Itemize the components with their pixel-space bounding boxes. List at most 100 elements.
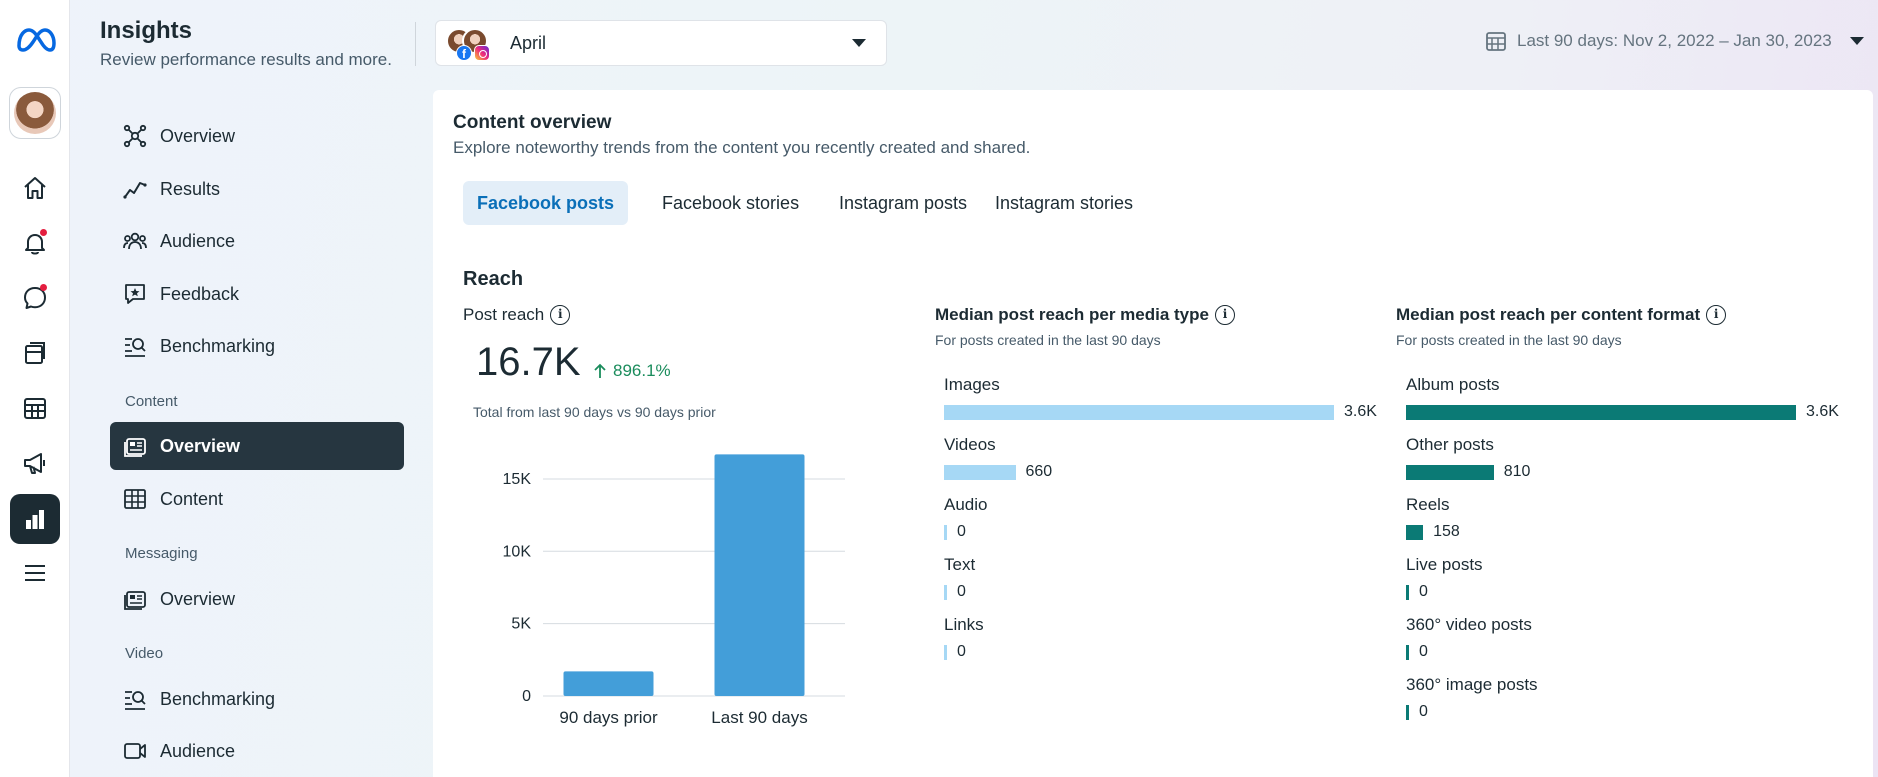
bar-row-label: Videos xyxy=(944,435,996,454)
sidebar-item-label: Content xyxy=(160,488,224,509)
info-icon[interactable]: i xyxy=(550,305,571,325)
tab-instagram-posts[interactable]: Instagram posts xyxy=(825,181,981,225)
bar-prior[interactable] xyxy=(563,671,654,696)
bar-mark xyxy=(1406,704,1409,720)
sidebar-item-label: Audience xyxy=(160,230,236,251)
card-subtitle: Explore noteworthy trends from the conte… xyxy=(453,138,1031,157)
bar-row: Images 3.6K xyxy=(944,375,1377,425)
trend-line-icon xyxy=(123,182,147,199)
page-subtitle: Review performance results and more. xyxy=(100,50,392,69)
bar-row: 360° image posts 0 xyxy=(1406,675,1538,725)
bar-row-value: 0 xyxy=(1419,583,1428,600)
calendar-icon xyxy=(1486,32,1506,51)
bar-row: Text 0 xyxy=(944,555,975,605)
media-type-heading: Median post reach per media type i xyxy=(935,305,1235,325)
bar-row-label: Images xyxy=(944,375,1000,394)
bar-row-value: 0 xyxy=(957,523,966,540)
sidebar-item-benchmarking[interactable]: Benchmarking xyxy=(110,322,404,370)
sidebar-item-video-audience[interactable]: Audience xyxy=(110,727,404,775)
insights-icon[interactable] xyxy=(10,494,60,544)
bar-row-value: 0 xyxy=(1419,643,1428,660)
bar-row: Links 0 xyxy=(944,615,984,665)
tab-facebook-stories[interactable]: Facebook stories xyxy=(648,181,813,225)
messaging-overview-icon xyxy=(124,591,146,610)
ads-megaphone-icon[interactable] xyxy=(17,445,53,481)
header-divider xyxy=(415,22,416,66)
content-overview-icon xyxy=(124,438,146,457)
bar-row-label: Reels xyxy=(1406,495,1450,514)
card-title: Content overview xyxy=(453,112,612,133)
facebook-icon: f xyxy=(456,45,472,61)
sidebar-item-audience[interactable]: Audience xyxy=(110,217,404,265)
instagram-icon xyxy=(474,45,490,61)
posts-icon[interactable] xyxy=(17,335,53,371)
post-reach-bar-chart: 0 5K 10K 15K 90 days prior Last 90 days xyxy=(503,454,845,727)
app-rail xyxy=(0,0,70,777)
bar-mark xyxy=(944,644,947,660)
speech-star-icon xyxy=(125,284,145,304)
info-icon[interactable]: i xyxy=(1214,305,1235,325)
sidebar-item-label: Benchmarking xyxy=(160,688,276,709)
sidebar-item-results[interactable]: Results xyxy=(110,165,404,213)
avatar[interactable] xyxy=(9,87,61,139)
meta-logo-icon[interactable] xyxy=(13,26,57,54)
sidebar-item-overview[interactable]: Overview xyxy=(110,112,404,160)
notification-dot xyxy=(40,229,47,236)
bar-mark xyxy=(1406,404,1796,420)
benchmark-search-icon xyxy=(125,691,146,710)
sidebar-item-label: Benchmarking xyxy=(160,335,276,356)
sidebar-item-label: Overview xyxy=(160,588,236,609)
bar-row: Reels 158 xyxy=(1406,495,1460,545)
sidebar-item-label: Results xyxy=(160,178,221,199)
date-range-picker[interactable]: Last 90 days: Nov 2, 2022 – Jan 30, 2023 xyxy=(1485,30,1864,52)
bar-row-label: Audio xyxy=(944,495,988,514)
bar-mark xyxy=(1406,644,1409,660)
bar-row-value: 810 xyxy=(1503,463,1531,480)
sidebar-item-messaging-overview[interactable]: Overview xyxy=(110,575,404,623)
page-title: Insights xyxy=(100,17,193,44)
bar-row-label: 360° video posts xyxy=(1406,615,1532,634)
sidebar-item-content[interactable]: Content xyxy=(110,475,404,523)
bar-row: Album posts 3.6K xyxy=(1406,375,1839,425)
post-reach-value: 16.7K xyxy=(476,340,581,384)
tab-instagram-stories[interactable]: Instagram stories xyxy=(981,181,1147,225)
bar-row: Other posts 810 xyxy=(1406,435,1530,485)
bar-mark xyxy=(944,584,947,600)
post-reach-heading: Post reach i xyxy=(463,305,571,325)
bar-row-label: Album posts xyxy=(1406,375,1500,394)
chevron-down-icon xyxy=(852,39,866,47)
messages-icon[interactable] xyxy=(17,280,53,316)
bar-row-value: 3.6K xyxy=(1806,403,1839,420)
y-tick-label: 15K xyxy=(503,471,532,488)
bar-row: Live posts 0 xyxy=(1406,555,1483,605)
sidebar-item-label: Audience xyxy=(160,740,236,761)
benchmark-search-icon xyxy=(125,338,146,357)
notifications-icon[interactable] xyxy=(17,225,53,261)
sidebar-item-video-benchmarking[interactable]: Benchmarking xyxy=(110,675,404,723)
content-overview-card: Content overview Explore noteworthy tren… xyxy=(433,90,1873,777)
bar-row-label: 360° image posts xyxy=(1406,675,1538,694)
bar-row: Videos 660 xyxy=(944,435,1052,485)
planner-icon[interactable] xyxy=(17,390,53,426)
content-format-heading: Median post reach per content format i xyxy=(1396,305,1727,325)
account-avatars: f xyxy=(446,26,496,61)
date-range-label: Last 90 days: Nov 2, 2022 – Jan 30, 2023 xyxy=(1517,31,1832,50)
bar-row-label: Other posts xyxy=(1406,435,1494,454)
bar-row-value: 660 xyxy=(1025,463,1053,480)
y-tick-label: 10K xyxy=(503,543,532,560)
home-icon[interactable] xyxy=(17,170,53,206)
sidebar-item-content-overview[interactable]: Overview xyxy=(110,422,404,470)
account-selector[interactable]: f April xyxy=(435,20,887,66)
menu-icon[interactable] xyxy=(17,555,53,591)
bar-row-label: Live posts xyxy=(1406,555,1483,574)
tab-facebook-posts[interactable]: Facebook posts xyxy=(463,181,629,225)
sidebar-item-label: Feedback xyxy=(160,283,240,304)
sidebar-item-feedback[interactable]: Feedback xyxy=(110,270,404,318)
bar-last[interactable] xyxy=(714,454,805,696)
y-tick-label: 0 xyxy=(522,688,531,705)
bar-mark xyxy=(1406,584,1409,600)
arrow-up-icon xyxy=(594,363,606,378)
info-icon[interactable]: i xyxy=(1706,305,1727,325)
sidebar: Insights Review performance results and … xyxy=(70,0,420,777)
people-group-icon xyxy=(123,232,147,250)
